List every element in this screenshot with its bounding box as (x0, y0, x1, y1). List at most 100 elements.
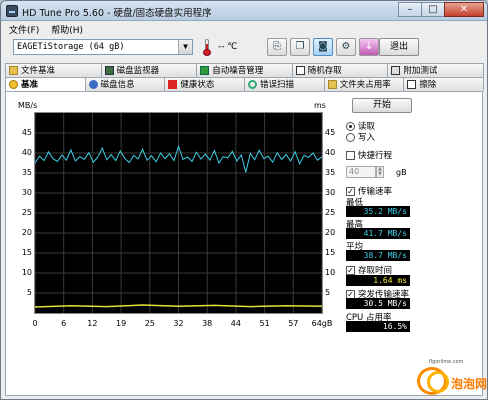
y-right-unit: ms (314, 101, 326, 110)
chevron-down-icon[interactable]: ▼ (178, 40, 192, 54)
x-tick-label: 0 (32, 319, 38, 328)
y-right-tick-label: 5 (325, 288, 331, 297)
screenshot-icon[interactable]: ◙ (313, 38, 333, 56)
tab-aam[interactable]: 自动噪音管理 (196, 63, 293, 77)
maximize-button[interactable]: □ (421, 2, 445, 17)
menu-file[interactable]: 文件(F) (3, 22, 45, 36)
benchmark-chart: MB/s ms 45 40 35 30 25 20 15 10 5 45 40 35 30 25 20 15 1… (18, 101, 338, 336)
plot-area (34, 112, 323, 314)
y-right-tick-label: 10 (325, 268, 336, 277)
y-left-tick-label: 20 (21, 228, 32, 237)
y-left-unit: MB/s (18, 101, 38, 110)
menu-bar: 文件(F) 帮助(H) (3, 22, 89, 36)
start-button[interactable]: 开始 (352, 98, 412, 113)
folder-icon (9, 66, 18, 75)
benchmark-panel: MB/s ms 45 40 35 30 25 20 15 10 5 45 40 35 30 25 20 15 1… (5, 91, 483, 396)
title-bar: HD Tune Pro 5.60 - 硬盘/固态硬盘实用程序 – □ ✕ (1, 1, 487, 21)
burst-rate-readout: 30.5 MB/s (346, 298, 410, 309)
thermometer-icon (203, 39, 211, 56)
magnifier-icon (248, 80, 258, 89)
access-time-checkbox[interactable]: ✓ (346, 265, 355, 275)
tab-error-scan[interactable]: 错误扫描 (244, 77, 325, 91)
tab-row-1: 文件基准 磁盘监视器 自动噪音管理 随机存取 附加测试 (5, 63, 484, 77)
exit-button[interactable]: 退出 (379, 38, 419, 56)
folder-usage-icon (327, 80, 337, 89)
x-tick-label: 51 (259, 319, 270, 328)
max-readout: 41.7 MB/s (346, 228, 410, 239)
y-left-tick-label: 45 (21, 128, 32, 137)
y-right-tick-label: 30 (325, 188, 336, 197)
save-icon[interactable]: ↓ (359, 38, 379, 56)
menu-help[interactable]: 帮助(H) (45, 22, 89, 36)
extra-tests-icon (391, 66, 401, 75)
tab-file-benchmark[interactable]: 文件基准 (5, 63, 102, 77)
read-radio[interactable] (346, 121, 355, 131)
y-right-tick-label: 45 (325, 128, 336, 137)
tab-health[interactable]: 健康状态 (164, 77, 246, 91)
x-tick-label: 38 (202, 319, 213, 328)
y-right-tick-label: 35 (325, 168, 336, 177)
tab-disk-info[interactable]: 磁盘信息 (84, 77, 166, 91)
tab-folder-usage[interactable]: 文件夹占用率 (323, 77, 405, 91)
y-left-tick-label: 5 (26, 288, 32, 297)
watermark-site: flgorilme.com (429, 359, 464, 365)
dice-icon (295, 66, 305, 75)
tab-erase[interactable]: 擦除 (403, 77, 485, 91)
temperature-readout: -- ℃ (218, 42, 238, 52)
app-icon (6, 5, 18, 17)
app-window: HD Tune Pro 5.60 - 硬盘/固态硬盘实用程序 – □ ✕ 文件(… (0, 0, 488, 400)
erase-icon (407, 80, 417, 89)
tab-row-2: 基准 磁盘信息 健康状态 错误扫描 文件夹占用率 擦除 (5, 77, 485, 91)
speaker-icon (200, 66, 210, 75)
quick-test-checkbox[interactable] (346, 150, 355, 160)
x-tick-label: 44 (230, 319, 241, 328)
y-left-tick-label: 15 (21, 248, 32, 257)
y-right-tick-label: 20 (325, 228, 336, 237)
window-title: HD Tune Pro 5.60 - 硬盘/固态硬盘实用程序 (22, 8, 212, 19)
benchmark-icon (9, 80, 18, 89)
y-left-tick-label: 40 (21, 148, 32, 157)
write-radio[interactable] (346, 132, 355, 142)
write-option[interactable]: 写入 (346, 131, 375, 143)
quick-test-option[interactable]: 快捷行程 (346, 149, 392, 161)
tab-disk-monitor[interactable]: 磁盘监视器 (100, 63, 198, 77)
health-icon (168, 80, 178, 89)
info-icon (88, 80, 98, 89)
copy-info-icon[interactable]: ⎘ (267, 38, 287, 56)
y-left-tick-label: 30 (21, 188, 32, 197)
x-tick-label: 6 (61, 319, 67, 328)
x-tick-label: 64gB (311, 319, 333, 328)
drive-select-value: EAGETiStorage (64 gB) (17, 42, 125, 52)
access-time-readout: 1.64 ms (346, 275, 410, 286)
transfer-rate-checkbox[interactable]: ✓ (346, 186, 355, 196)
tab-extra-tests[interactable]: 附加测试 (387, 63, 484, 77)
quick-test-size-input[interactable]: 40 (346, 166, 376, 178)
x-tick-label: 57 (288, 319, 299, 328)
minimize-button[interactable]: – (398, 2, 422, 17)
x-tick-label: 12 (87, 319, 98, 328)
avg-readout: 38.7 MB/s (346, 250, 410, 261)
y-right-tick-label: 40 (325, 148, 336, 157)
copy-info-all-icon[interactable]: ❐ (290, 38, 310, 56)
drive-select[interactable]: EAGETiStorage (64 gB) ▼ (13, 39, 193, 55)
options-icon[interactable]: ⚙ (336, 38, 356, 56)
tab-benchmark[interactable]: 基准 (5, 77, 86, 91)
watermark-logo: flgorilme.com 泡泡网 (417, 359, 488, 399)
y-right-tick-label: 25 (325, 208, 336, 217)
x-tick-label: 32 (173, 319, 184, 328)
watermark-brand: 泡泡网 (451, 377, 488, 391)
spinner-arrows-icon[interactable]: ▲ ▼ (376, 166, 384, 178)
y-left-tick-label: 25 (21, 208, 32, 217)
close-button[interactable]: ✕ (444, 2, 484, 17)
x-tick-label: 19 (116, 319, 127, 328)
quick-test-unit: gB (396, 168, 407, 177)
plot-svg (34, 113, 323, 313)
min-readout: 35.2 MB/s (346, 206, 410, 217)
y-right-tick-label: 15 (325, 248, 336, 257)
controls-panel: 开始 读取 写入 快捷行程 40 ▲ ▼ gB ✓ 传输速率 最低 35.2 MB… (346, 98, 474, 388)
tab-random-access[interactable]: 随机存取 (291, 63, 389, 77)
x-tick-label: 25 (144, 319, 155, 328)
logo-ring-inner-icon (427, 371, 449, 393)
cpu-readout: 16.5% (346, 321, 410, 332)
y-left-tick-label: 10 (21, 268, 32, 277)
